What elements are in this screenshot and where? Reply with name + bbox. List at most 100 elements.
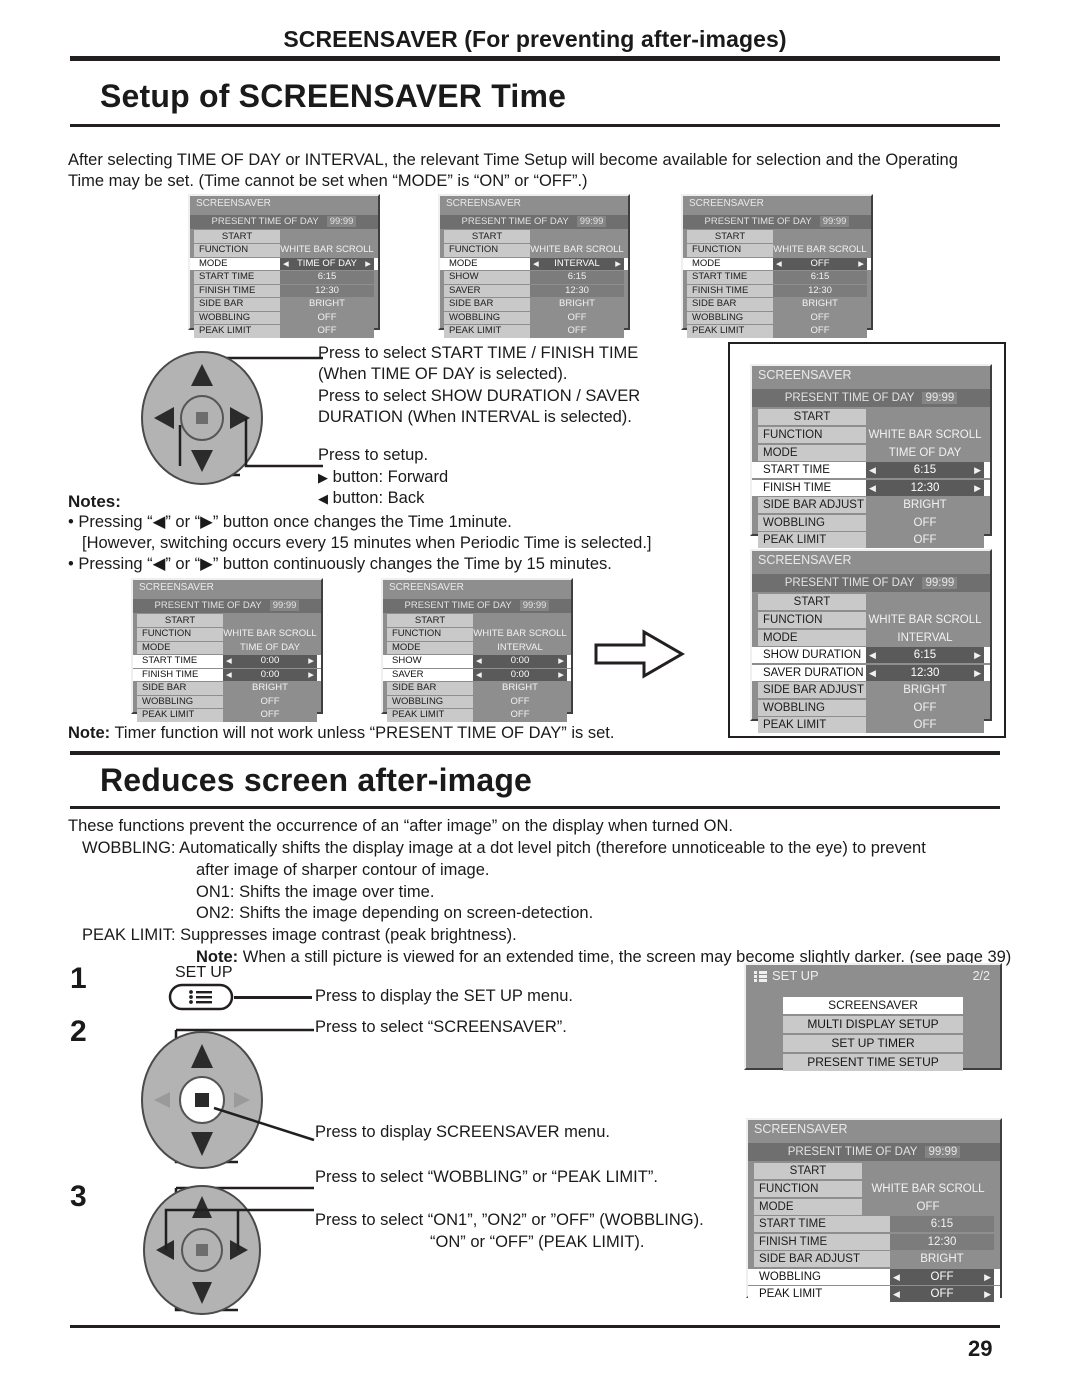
osd-row-saver-duration[interactable]: SAVER DURATION ◀ 0:00 ▶ (383, 668, 571, 692)
osd-row-wobbling[interactable]: WOBBLING OFF (190, 311, 378, 324)
arrow-right-icon[interactable]: ▶ (984, 1269, 991, 1285)
osd-row-finish-time[interactable]: FINISH TIME ◀ 0:00 ▶ (133, 668, 321, 682)
osd-row-side-bar-adjust[interactable]: SIDE BAR ADJUST BRIGHT (752, 497, 990, 513)
osd-start-button[interactable]: START (758, 409, 866, 425)
arrow-right-icon[interactable]: ▶ (974, 665, 981, 681)
arrow-left-icon[interactable]: ◀ (893, 1286, 900, 1302)
osd-row-function[interactable]: FUNCTION WHITE BAR SCROLL (383, 628, 571, 641)
osd-start-button[interactable]: START (687, 230, 773, 243)
osd-row-peak-limit[interactable]: PEAK LIMIT OFF (190, 325, 378, 338)
arrow-right-icon[interactable]: ▶ (974, 647, 981, 663)
osd-row-function[interactable]: FUNCTION WHITE BAR SCROLL (440, 244, 628, 257)
osd-row-start-time[interactable]: START TIME ◀ 0:00 ▶ (133, 655, 321, 668)
arrow-right-icon[interactable]: ▶ (308, 655, 314, 668)
arrow-left-icon[interactable]: ◀ (893, 1269, 900, 1285)
osd-panel-zero-time-of-day[interactable]: SCREENSAVER PRESENT TIME OF DAY 99:99 STA… (131, 578, 323, 722)
osd-row-peak-limit[interactable]: PEAK LIMIT OFF (383, 709, 571, 722)
arrow-left-icon[interactable]: ◀ (776, 258, 782, 271)
osd-row-wobbling[interactable]: WOBBLING ◀ OFF ▶ (748, 1268, 1000, 1285)
osd-start-button[interactable]: START (387, 614, 473, 627)
arrow-right-icon[interactable]: ▶ (308, 669, 314, 682)
osd-row-function[interactable]: FUNCTION WHITE BAR SCROLL (752, 427, 990, 443)
osd-row-wobbling[interactable]: WOBBLING OFF (383, 695, 571, 708)
osd-row-wobbling[interactable]: WOBBLING OFF (133, 695, 321, 708)
arrow-left-icon[interactable]: ◀ (476, 669, 482, 682)
osd-row-show-duration[interactable]: SHOW DURATION ◀ 0:00 ▶ (383, 655, 571, 679)
arrow-left-icon[interactable]: ◀ (226, 655, 232, 668)
osd-row-peak-limit[interactable]: PEAK LIMIT OFF (683, 325, 871, 338)
osd-row-side-bar-adjust[interactable]: SIDE BAR ADJUST BRIGHT (440, 298, 628, 322)
navigation-dial-step2[interactable] (118, 1022, 318, 1172)
setup-menu-item-present-time-setup[interactable]: PRESENT TIME SETUP (783, 1054, 963, 1071)
setup-remote-button[interactable] (168, 983, 234, 1011)
arrow-right-icon[interactable]: ▶ (974, 462, 981, 478)
osd-row-finish-time[interactable]: FINISH TIME ◀ 12:30 ▶ (752, 479, 990, 496)
osd-row-mode[interactable]: MODE OFF (748, 1198, 1000, 1215)
osd-row-finish-time[interactable]: FINISH TIME 12:30 (748, 1233, 1000, 1250)
navigation-dial-top[interactable] (118, 348, 328, 493)
osd-panel-zero-interval[interactable]: SCREENSAVER PRESENT TIME OF DAY 99:99 STA… (381, 578, 573, 722)
osd-start-button[interactable]: START (194, 230, 280, 243)
osd-panel-wobbling-peak-selected[interactable]: SCREENSAVER PRESENT TIME OF DAY 99:99 STA… (746, 1118, 1002, 1302)
setup-menu-panel[interactable]: SET UP 2/2 SCREENSAVER MULTI DISPLAY SET… (744, 963, 1002, 1071)
osd-row-mode[interactable]: MODE INTERVAL (752, 629, 990, 646)
osd-row-start-time[interactable]: START TIME 6:15 (190, 271, 378, 284)
osd-row-saver-duration[interactable]: SAVER DURATION 12:30 (440, 284, 628, 308)
osd-row-function[interactable]: FUNCTION WHITE BAR SCROLL (133, 628, 321, 641)
navigation-dial-step3[interactable] (118, 1180, 318, 1320)
osd-panel-interval[interactable]: SCREENSAVER PRESENT TIME OF DAY 99:99 STA… (438, 194, 630, 338)
arrow-left-icon[interactable]: ◀ (869, 647, 876, 663)
osd-row-finish-time[interactable]: FINISH TIME 12:30 (190, 284, 378, 297)
setup-menu-item-multi-display-setup[interactable]: MULTI DISPLAY SETUP (783, 1016, 963, 1033)
osd-row-peak-limit[interactable]: PEAK LIMIT ◀ OFF ▶ (748, 1286, 1000, 1302)
arrow-left-icon[interactable]: ◀ (476, 655, 482, 668)
osd-row-side-bar-adjust[interactable]: SIDE BAR ADJUST BRIGHT (683, 298, 871, 322)
osd-panel-mode-off[interactable]: SCREENSAVER PRESENT TIME OF DAY 99:99 STA… (681, 194, 873, 338)
osd-row-peak-limit[interactable]: PEAK LIMIT OFF (133, 709, 321, 722)
osd-row-peak-limit[interactable]: PEAK LIMIT OFF (752, 532, 990, 548)
osd-start-button[interactable]: START (444, 230, 530, 243)
osd-row-side-bar-adjust[interactable]: SIDE BAR ADJUST BRIGHT (748, 1251, 1000, 1267)
osd-row-function[interactable]: FUNCTION WHITE BAR SCROLL (190, 244, 378, 257)
arrow-left-icon[interactable]: ◀ (869, 480, 876, 496)
osd-row-side-bar-adjust[interactable]: SIDE BAR ADJUST BRIGHT (190, 298, 378, 322)
arrow-left-icon[interactable]: ◀ (283, 258, 289, 271)
osd-row-start-time[interactable]: START TIME 6:15 (683, 271, 871, 284)
osd-start-button[interactable]: START (754, 1163, 862, 1179)
osd-row-finish-time[interactable]: FINISH TIME 12:30 (683, 284, 871, 297)
setup-menu-item-set-up-timer[interactable]: SET UP TIMER (783, 1035, 963, 1052)
osd-row-wobbling[interactable]: WOBBLING OFF (752, 514, 990, 531)
osd-panel-time-of-day[interactable]: SCREENSAVER PRESENT TIME OF DAY 99:99 STA… (188, 194, 380, 338)
osd-start-button[interactable]: START (758, 594, 866, 610)
osd-row-function[interactable]: FUNCTION WHITE BAR SCROLL (752, 612, 990, 628)
osd-panel-durations-selected[interactable]: SCREENSAVER PRESENT TIME OF DAY 99:99 STA… (750, 549, 992, 733)
arrow-left-icon[interactable]: ◀ (869, 665, 876, 681)
osd-row-side-bar-adjust[interactable]: SIDE BAR ADJUST BRIGHT (752, 682, 990, 698)
osd-row-side-bar-adjust[interactable]: SIDE BAR ADJUST BRIGHT (133, 682, 321, 706)
osd-row-side-bar-adjust[interactable]: SIDE BAR ADJUST BRIGHT (383, 682, 571, 706)
arrow-right-icon[interactable]: ▶ (558, 655, 564, 668)
arrow-right-icon[interactable]: ▶ (858, 258, 864, 271)
setup-menu-item-screensaver[interactable]: SCREENSAVER (783, 997, 963, 1014)
arrow-left-icon[interactable]: ◀ (869, 462, 876, 478)
arrow-right-icon[interactable]: ▶ (984, 1286, 991, 1302)
osd-row-saver-duration[interactable]: SAVER DURATION ◀ 12:30 ▶ (752, 664, 990, 681)
osd-row-show-duration[interactable]: SHOW DURATION 6:15 (440, 271, 628, 295)
osd-row-mode[interactable]: MODE ◀ TIME OF DAY ▶ (190, 257, 378, 271)
osd-row-wobbling[interactable]: WOBBLING OFF (440, 311, 628, 324)
osd-row-mode[interactable]: MODE TIME OF DAY (752, 444, 990, 461)
arrow-right-icon[interactable]: ▶ (558, 669, 564, 682)
osd-panel-start-finish-selected[interactable]: SCREENSAVER PRESENT TIME OF DAY 99:99 STA… (750, 364, 992, 548)
osd-start-button[interactable]: START (137, 614, 223, 627)
arrow-left-icon[interactable]: ◀ (533, 258, 539, 271)
osd-row-peak-limit[interactable]: PEAK LIMIT OFF (440, 325, 628, 338)
osd-row-wobbling[interactable]: WOBBLING OFF (683, 311, 871, 324)
osd-row-mode[interactable]: MODE ◀ OFF ▶ (683, 257, 871, 271)
osd-row-start-time[interactable]: START TIME 6:15 (748, 1216, 1000, 1232)
arrow-right-icon[interactable]: ▶ (974, 480, 981, 496)
osd-row-mode[interactable]: MODE TIME OF DAY (133, 641, 321, 654)
osd-row-start-time[interactable]: START TIME ◀ 6:15 ▶ (752, 462, 990, 478)
osd-row-show-duration[interactable]: SHOW DURATION ◀ 6:15 ▶ (752, 647, 990, 663)
osd-row-function[interactable]: FUNCTION WHITE BAR SCROLL (748, 1181, 1000, 1197)
arrow-right-icon[interactable]: ▶ (615, 258, 621, 271)
